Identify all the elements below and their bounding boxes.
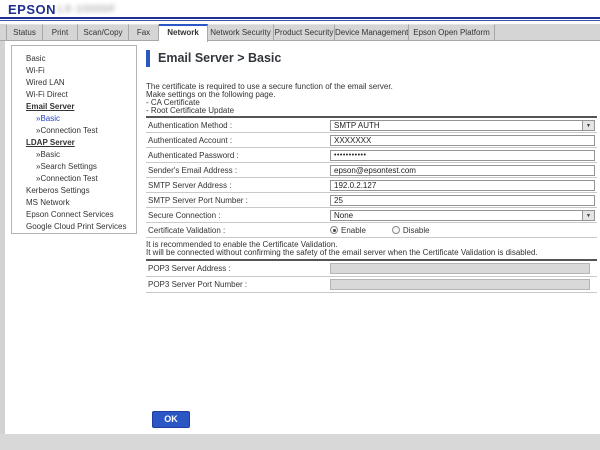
certificate-validation-enable-option[interactable]: Enable	[330, 226, 366, 235]
radio-selected-icon[interactable]	[330, 226, 338, 234]
field-label: Secure Connection :	[146, 211, 330, 220]
printer-model-name: LX-10000F	[58, 4, 116, 15]
pop3-form: POP3 Server Address : POP3 Server Port N…	[146, 259, 597, 293]
form-row-secure-connection: Secure Connection : None ▼	[146, 208, 597, 223]
page-left-margin	[0, 41, 5, 434]
form-row-pop3-port: POP3 Server Port Number :	[146, 277, 597, 293]
tab-print[interactable]: Print	[43, 24, 78, 41]
form-row-sender-email: Sender's Email Address :	[146, 163, 597, 178]
sidebar-item-google-cloud-print-services[interactable]: Google Cloud Print Services	[12, 221, 136, 233]
sidebar-item-ms-network[interactable]: MS Network	[12, 197, 136, 209]
form-row-certificate-validation: Certificate Validation : Enable Disable	[146, 223, 597, 238]
tab-epson-open-platform[interactable]: Epson Open Platform	[409, 24, 495, 41]
form-row-smtp-address: SMTP Server Address :	[146, 178, 597, 193]
tab-scan-copy[interactable]: Scan/Copy	[78, 24, 129, 41]
ok-button[interactable]: OK	[152, 411, 190, 428]
form-row-authentication-method: Authentication Method : SMTP AUTH ▼	[146, 118, 597, 133]
sidebar-item-wifi[interactable]: Wi-Fi	[12, 65, 136, 77]
field-label: Authentication Method :	[146, 121, 330, 130]
header-divider-thin	[0, 20, 600, 21]
tab-bar: Status Print Scan/Copy Fax Network Netwo…	[0, 24, 600, 41]
sidebar-item-email-server-connection-test[interactable]: »Connection Test	[12, 125, 136, 137]
sender-email-input[interactable]	[330, 165, 595, 176]
authenticated-password-input[interactable]	[330, 150, 595, 161]
sidebar-item-wired-lan[interactable]: Wired LAN	[12, 77, 136, 89]
chevron-down-icon[interactable]: ▼	[582, 121, 594, 130]
description-line: - Root Certificate Update	[146, 107, 597, 115]
field-label: SMTP Server Port Number :	[146, 196, 330, 205]
sidebar-section-email-server[interactable]: Email Server	[12, 101, 136, 113]
page-title: Email Server > Basic	[158, 51, 281, 65]
page-title-row: Email Server > Basic	[146, 50, 597, 67]
sidebar-item-basic[interactable]: Basic	[12, 53, 136, 65]
tab-device-management[interactable]: Device Management	[335, 24, 409, 41]
form-row-smtp-port: SMTP Server Port Number :	[146, 193, 597, 208]
certificate-validation-disable-option[interactable]: Disable	[392, 226, 430, 235]
header-divider	[0, 17, 600, 19]
pop3-server-port-input	[330, 279, 590, 290]
email-server-form: Authentication Method : SMTP AUTH ▼ Auth…	[146, 116, 597, 238]
page-bottom-margin	[0, 434, 600, 450]
certificate-validation-note: It is recommended to enable the Certific…	[146, 241, 597, 256]
authentication-method-value: SMTP AUTH	[331, 121, 582, 130]
title-accent-bar	[146, 50, 150, 67]
tabbar-underline	[0, 40, 600, 41]
field-label: Sender's Email Address :	[146, 166, 330, 175]
tab-network[interactable]: Network	[159, 24, 208, 42]
epson-web-config-page: EPSON LX-10000F Status Print Scan/Copy F…	[0, 0, 600, 450]
radio-unselected-icon[interactable]	[392, 226, 400, 234]
field-label: POP3 Server Address :	[146, 264, 330, 273]
epson-logo: EPSON	[8, 2, 56, 17]
sidebar-section-ldap-server[interactable]: LDAP Server	[12, 137, 136, 149]
secure-connection-value: None	[331, 211, 582, 220]
smtp-server-address-input[interactable]	[330, 180, 595, 191]
form-row-pop3-address: POP3 Server Address :	[146, 261, 597, 277]
tab-product-security[interactable]: Product Security	[274, 24, 335, 41]
smtp-server-port-input[interactable]	[330, 195, 595, 206]
description-block: The certificate is required to use a sec…	[146, 83, 597, 115]
main-content: Email Server > Basic The certificate is …	[146, 50, 597, 293]
certificate-validation-radio-group: Enable Disable	[330, 226, 456, 235]
sidebar-item-wifi-direct[interactable]: Wi-Fi Direct	[12, 89, 136, 101]
pop3-server-address-input	[330, 263, 590, 274]
sidebar-item-epson-connect-services[interactable]: Epson Connect Services	[12, 209, 136, 221]
authenticated-account-input[interactable]	[330, 135, 595, 146]
field-label: Authenticated Account :	[146, 136, 330, 145]
tab-network-security[interactable]: Network Security	[208, 24, 274, 41]
field-label: SMTP Server Address :	[146, 181, 330, 190]
sidebar-item-ldap-connection-test[interactable]: »Connection Test	[12, 173, 136, 185]
description-line: Make settings on the following page.	[146, 91, 597, 99]
field-label: Authenticated Password :	[146, 151, 330, 160]
sidebar-item-ldap-search-settings[interactable]: »Search Settings	[12, 161, 136, 173]
chevron-down-icon[interactable]: ▼	[582, 211, 594, 220]
tab-fax[interactable]: Fax	[129, 24, 159, 41]
tab-status[interactable]: Status	[6, 24, 43, 41]
disable-label: Disable	[403, 226, 430, 235]
sidebar-item-kerberos-settings[interactable]: Kerberos Settings	[12, 185, 136, 197]
form-row-authenticated-password: Authenticated Password :	[146, 148, 597, 163]
note-line: It will be connected without confirming …	[146, 249, 597, 257]
enable-label: Enable	[341, 226, 366, 235]
field-label: Certificate Validation :	[146, 226, 330, 235]
sidebar-item-email-server-basic[interactable]: »Basic	[12, 113, 136, 125]
secure-connection-select[interactable]: None ▼	[330, 210, 595, 221]
field-label: POP3 Server Port Number :	[146, 280, 330, 289]
form-row-authenticated-account: Authenticated Account :	[146, 133, 597, 148]
sidebar-item-ldap-basic[interactable]: »Basic	[12, 149, 136, 161]
authentication-method-select[interactable]: SMTP AUTH ▼	[330, 120, 595, 131]
sidebar-nav: Basic Wi-Fi Wired LAN Wi-Fi Direct Email…	[11, 45, 137, 234]
